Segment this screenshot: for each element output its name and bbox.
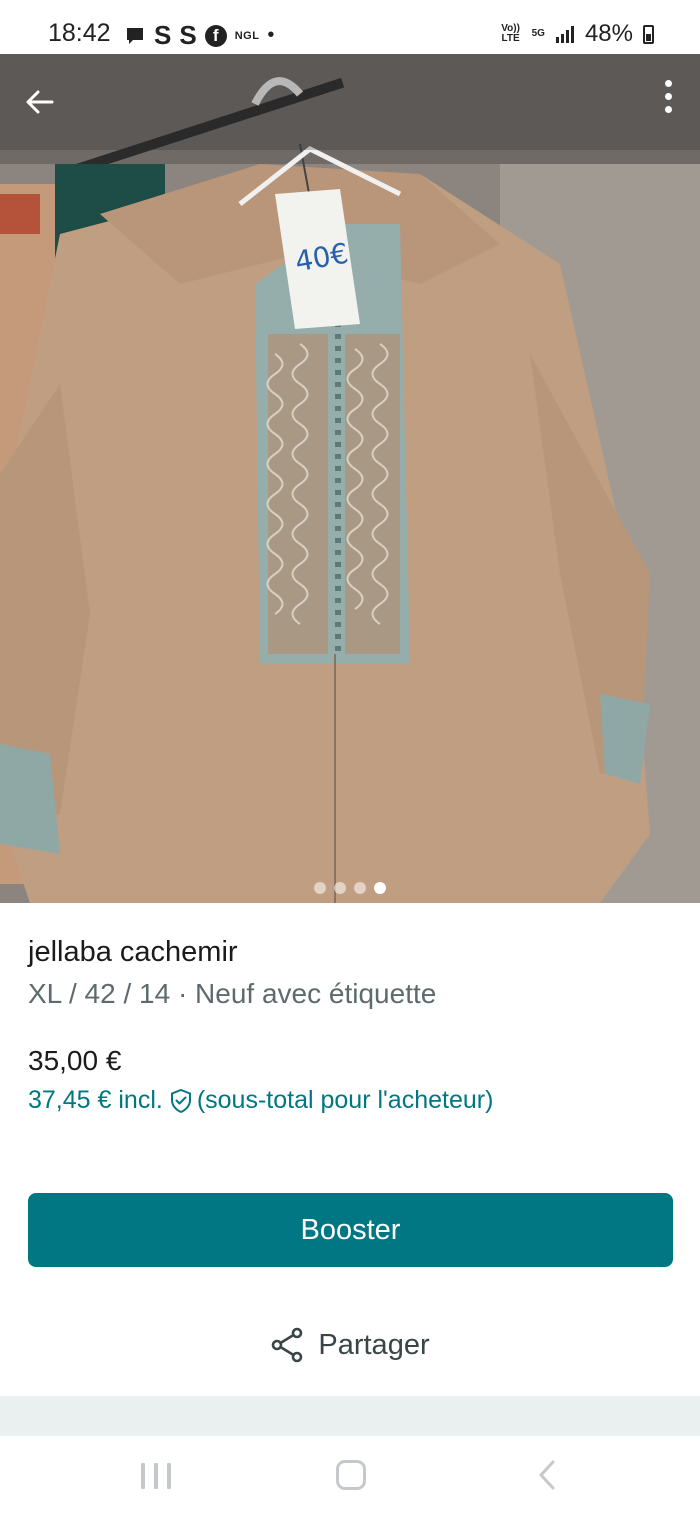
recent-bar xyxy=(167,1463,171,1489)
system-nav-bar xyxy=(0,1436,700,1517)
home-button[interactable] xyxy=(336,1460,366,1490)
more-dot xyxy=(664,93,672,100)
share-icon xyxy=(272,1327,303,1363)
carousel-dot[interactable] xyxy=(334,882,346,894)
share-button[interactable]: Partager xyxy=(0,1320,700,1370)
more-dot xyxy=(664,106,672,113)
battery-icon xyxy=(643,24,654,44)
recent-bar xyxy=(154,1463,158,1489)
recent-bar xyxy=(141,1463,145,1489)
carousel-dot[interactable] xyxy=(354,882,366,894)
listing-price: 35,00 € xyxy=(28,1045,122,1076)
message-icon xyxy=(127,27,143,44)
dot-icon: • xyxy=(267,24,275,46)
volte-icon: Vo)) LTE xyxy=(501,23,520,44)
listing-title: jellaba cachemir xyxy=(28,936,238,968)
battery-percent: 48% xyxy=(584,20,633,47)
s-icon: S xyxy=(179,20,197,50)
back-button[interactable] xyxy=(20,82,60,122)
arrow-left-icon xyxy=(26,90,54,114)
ngl-icon: NGL xyxy=(234,29,260,42)
status-time: 18:42 xyxy=(48,19,111,47)
listing-details: XL / 42 / 14 · Neuf avec étiquette xyxy=(28,978,437,1009)
carousel-indicator xyxy=(0,882,700,894)
photo-top-shade xyxy=(0,54,700,150)
s-icon: S xyxy=(154,20,172,50)
buyer-price-note: (sous-total pour l'acheteur) xyxy=(196,1086,494,1114)
section-divider xyxy=(0,1396,700,1436)
carousel-dot[interactable] xyxy=(314,882,326,894)
signal-icon xyxy=(555,26,574,43)
more-options-button[interactable] xyxy=(662,80,674,124)
more-dot xyxy=(664,80,672,87)
carousel-dot-active[interactable] xyxy=(374,882,386,894)
system-icons: Vo)) LTE 5G 48% xyxy=(500,20,654,48)
buyer-price-info[interactable]: 37,45 € incl. (sous-total pour l'acheteu… xyxy=(28,1086,493,1115)
facebook-icon: f xyxy=(204,24,227,47)
status-bar: 18:42 S S f NGL • Vo)) LTE 5G 48% xyxy=(0,0,700,54)
shield-check-icon xyxy=(170,1088,191,1113)
recent-apps-button[interactable] xyxy=(141,1463,171,1489)
notification-icons: S S f NGL • xyxy=(124,20,274,51)
booster-button[interactable]: Booster xyxy=(28,1193,673,1267)
product-photo: 40€ xyxy=(0,54,700,903)
share-label: Partager xyxy=(318,1328,430,1361)
network-5g-icon: 5G xyxy=(531,28,545,39)
nav-back-button[interactable] xyxy=(533,1458,563,1492)
product-photo-carousel[interactable]: 40€ xyxy=(0,54,700,903)
buyer-price-amount: 37,45 € incl. xyxy=(28,1086,163,1114)
